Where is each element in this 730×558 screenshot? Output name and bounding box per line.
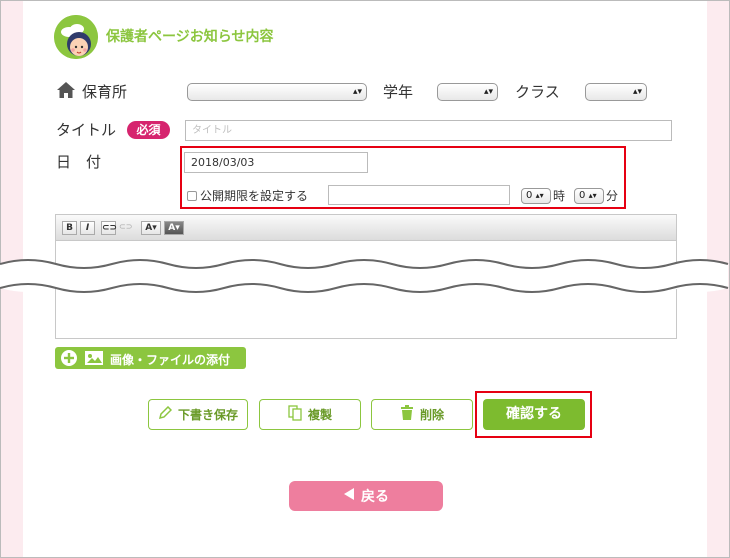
date-label: 日 付 [56,153,102,171]
back-button[interactable]: 戻る [289,481,443,511]
class-select[interactable]: ▴▾ [585,83,647,101]
home-icon [56,81,76,99]
minute-unit: 分 [606,189,619,203]
chevron-updown-icon: ▴▾ [588,191,597,200]
font-color-button[interactable]: A▾ [141,221,161,235]
attach-label: 画像・ファイルの添付 [110,353,231,367]
expiry-checkbox[interactable] [187,191,197,201]
confirm-button[interactable]: 確認する [483,399,585,430]
omission-wave [0,256,730,296]
page-title: 保護者ページお知らせ内容 [106,29,274,45]
chevron-updown-icon: ▴▾ [352,87,362,97]
hour-unit: 時 [553,189,566,203]
minute-select[interactable]: 0 ▴▾ [574,188,604,204]
pencil-icon [158,405,173,423]
copy-icon [288,405,302,424]
link-icon[interactable]: ⊂⊃ [101,221,117,235]
attach-file-button[interactable]: 画像・ファイルの添付 [55,347,246,369]
trash-icon [400,405,414,424]
triangle-left-icon [343,487,355,505]
delete-button[interactable]: 削除 [371,399,473,430]
grade-select[interactable]: ▴▾ [437,83,498,101]
required-badge: 必須 [127,121,170,139]
hour-select[interactable]: 0 ▴▾ [521,188,551,204]
class-label: クラス [515,83,560,101]
title-label: タイトル [56,121,117,139]
nursery-select[interactable]: ▴▾ [187,83,367,101]
expiry-date-input[interactable] [328,185,510,205]
italic-button[interactable]: I [80,221,95,235]
child-avatar-icon [54,15,98,59]
save-draft-button[interactable]: 下書き保存 [148,399,248,430]
title-input[interactable]: タイトル [185,120,672,141]
unlink-icon: ⊂⊃ [119,222,133,231]
grade-label: 学年 [383,83,414,101]
date-input[interactable]: 2018/03/03 [184,152,368,173]
chevron-updown-icon: ▴▾ [535,191,544,200]
bold-button[interactable]: B [62,221,77,235]
copy-button[interactable]: 複製 [259,399,361,430]
image-icon [84,350,104,366]
chevron-updown-icon: ▴▾ [483,87,493,97]
plus-circle-icon [60,349,78,367]
chevron-updown-icon: ▴▾ [632,87,642,97]
expiry-checkbox-label: 公開期限を設定する [200,189,309,203]
nursery-label: 保育所 [82,83,128,101]
bg-color-button[interactable]: A▾ [164,221,184,235]
